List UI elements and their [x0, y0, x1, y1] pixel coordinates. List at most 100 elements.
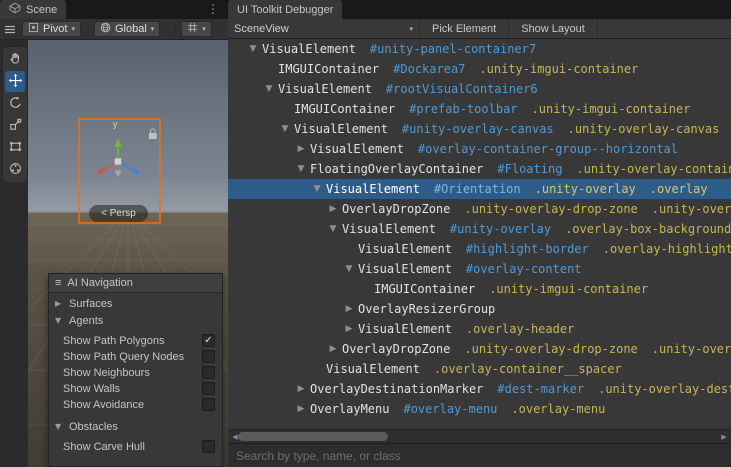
tree-row[interactable]: ▶ OverlayDropZone .unity-overlay-drop-zone… — [228, 339, 731, 359]
scroll-right-icon[interactable]: ▶ — [717, 430, 731, 443]
tree-row[interactable]: ▼ VisualElement #unity-overlay-canvas .unit… — [228, 119, 731, 139]
overlay-header[interactable]: ≡ AI Navigation — [49, 274, 222, 293]
expander-icon[interactable]: ▶ — [340, 324, 358, 334]
checkbox-show-avoidance[interactable] — [202, 398, 215, 411]
nav-item-show-neighbours: Show Neighbours — [49, 365, 222, 381]
element-id: #overlay-container-group--horizontal — [417, 142, 679, 156]
tab-ui-toolkit-debugger[interactable]: UI Toolkit Debugger — [228, 0, 343, 19]
element-type: OverlayDestinationMarker — [310, 382, 484, 396]
search-bar — [228, 443, 731, 467]
tree-row[interactable]: ▼ VisualElement #Orientation .unity-overlay… — [228, 179, 731, 199]
perspective-toggle[interactable]: < Persp — [89, 205, 148, 222]
tree-row[interactable]: VisualElement #highlight-border .overlay-h… — [228, 239, 731, 259]
rect-tool-button[interactable] — [5, 137, 25, 158]
handle-rotation-dropdown[interactable]: Global ▾ — [93, 21, 161, 37]
tree-row[interactable]: ▶ VisualElement .overlay-header — [228, 319, 731, 339]
element-class: .unity-overlay-drop-zone — [464, 202, 638, 216]
tab-scene[interactable]: Scene — [0, 0, 67, 19]
tree-row[interactable]: ▼ FloatingOverlayContainer #Floating .unity… — [228, 159, 731, 179]
expander-icon[interactable]: ▼ — [276, 124, 294, 134]
element-type: VisualElement — [326, 362, 420, 376]
tree-row[interactable]: IMGUIContainer #prefab-toolbar .unity-imgu… — [228, 99, 731, 119]
expander-icon[interactable]: ▼ — [308, 184, 326, 194]
element-id: #overlay-menu — [403, 402, 498, 416]
nav-item-label: Show Path Polygons — [63, 335, 165, 347]
expander-icon[interactable]: ▶ — [340, 304, 358, 314]
element-class: .overlay-menu — [511, 402, 606, 416]
scene-tabbar: Scene ⋮ — [0, 0, 228, 19]
horizontal-scrollbar[interactable]: ◀ ▶ — [228, 429, 731, 443]
tree-row[interactable]: ▶ OverlayResizerGroup — [228, 299, 731, 319]
tree-row[interactable]: ▼ VisualElement #unity-overlay .overlay-box… — [228, 219, 731, 239]
foldout-open-icon: ▼ — [55, 422, 62, 431]
expander-icon[interactable]: ▶ — [292, 404, 310, 414]
custom-tools-button[interactable] — [5, 159, 25, 180]
expander-icon[interactable]: ▶ — [324, 344, 342, 354]
pane-menu-icon[interactable]: ⋮ — [206, 1, 220, 17]
tree-row[interactable]: ▶ VisualElement #overlay-container-group--… — [228, 139, 731, 159]
target-window-dropdown[interactable]: SceneView ▾ — [228, 19, 420, 38]
debugger-tabbar: UI Toolkit Debugger — [228, 0, 731, 19]
element-type: VisualElement — [342, 222, 436, 236]
element-class: .unity-overlay-destination-marker — [598, 382, 731, 396]
element-id: #Orientation — [433, 182, 521, 196]
nav-section-agents[interactable]: ▼ Agents — [49, 312, 222, 329]
expander-icon[interactable]: ▼ — [260, 84, 278, 94]
tree-row[interactable]: IMGUIContainer #Dockarea7 .unity-imgui-con… — [228, 59, 731, 79]
nav-overlay-body: ▶ Surfaces ▼ Agents Show Path Polygons ✓ Show … — [49, 293, 222, 455]
ai-navigation-overlay: ≡ AI Navigation ▶ Surfaces ▼ Agents Show Pat… — [48, 273, 223, 467]
nav-section-surfaces[interactable]: ▶ Surfaces — [49, 295, 222, 312]
element-class: .unity-imgui-container — [531, 102, 691, 116]
tree-row[interactable]: ▼ VisualElement #rootVisualContainer6 — [228, 79, 731, 99]
tree-row[interactable]: VisualElement .overlay-container__spacer — [228, 359, 731, 379]
view-tool-button[interactable] — [5, 49, 25, 70]
tree-row[interactable]: ▼ VisualElement #unity-panel-container7 — [228, 39, 731, 59]
show-layout-button[interactable]: Show Layout — [509, 19, 598, 38]
hand-icon — [8, 51, 23, 69]
checkbox-show-carve-hull[interactable] — [202, 440, 215, 453]
tree-row[interactable]: IMGUIContainer .unity-imgui-container — [228, 279, 731, 299]
tree-row[interactable]: ▼ VisualElement #overlay-content — [228, 259, 731, 279]
scene-icon — [9, 2, 21, 17]
gizmo-axis-label: y — [113, 119, 118, 129]
nav-item-label: Show Path Query Nodes — [63, 351, 185, 363]
expander-icon[interactable]: ▼ — [324, 224, 342, 234]
element-tree: ▼ VisualElement #unity-panel-container7 IMG… — [228, 39, 731, 429]
expander-icon[interactable]: ▼ — [340, 264, 358, 274]
element-class: .overlay-box-background — [565, 222, 731, 236]
checkbox-show-path-query-nodes[interactable] — [202, 350, 215, 363]
search-input[interactable] — [228, 444, 731, 467]
move-tool-button[interactable] — [5, 71, 25, 92]
toolbar-separator — [174, 22, 176, 36]
nav-section-obstacles[interactable]: ▼ Obstacles — [49, 418, 222, 435]
checkbox-show-neighbours[interactable] — [202, 366, 215, 379]
expander-icon[interactable]: ▼ — [244, 44, 262, 54]
tree-row[interactable]: ▶ OverlayMenu #overlay-menu .overlay-menu — [228, 399, 731, 419]
overlay-menu-icon[interactable] — [5, 25, 15, 34]
scale-tool-button[interactable] — [5, 115, 25, 136]
pick-element-button[interactable]: Pick Element — [420, 19, 510, 38]
checkbox-show-walls[interactable] — [202, 382, 215, 395]
tree-row[interactable]: ▶ OverlayDropZone .unity-overlay-drop-zone… — [228, 199, 731, 219]
pivot-icon — [28, 22, 39, 36]
expander-icon[interactable]: ▶ — [324, 204, 342, 214]
element-class: .overlay-container__spacer — [433, 362, 622, 376]
expander-icon[interactable]: ▶ — [292, 384, 310, 394]
element-type: VisualElement — [294, 122, 388, 136]
nav-section-label: Surfaces — [69, 297, 113, 310]
tab-debugger-label: UI Toolkit Debugger — [237, 3, 334, 16]
expander-icon[interactable]: ▶ — [292, 144, 310, 154]
grid-visibility-dropdown[interactable]: ▾ — [181, 21, 212, 37]
globe-icon — [100, 22, 111, 36]
checkbox-show-path-polygons[interactable]: ✓ — [202, 334, 215, 347]
element-type: VisualElement — [326, 182, 420, 196]
target-window-label: SceneView — [234, 22, 289, 35]
scrollbar-thumb[interactable] — [238, 432, 388, 441]
expander-icon[interactable]: ▼ — [292, 164, 310, 174]
tree-row[interactable]: ▶ OverlayDestinationMarker #dest-marker .un… — [228, 379, 731, 399]
element-type: VisualElement — [262, 42, 356, 56]
pivot-dropdown[interactable]: Pivot ▾ — [22, 21, 81, 37]
element-type: OverlayDropZone — [342, 342, 451, 356]
rotate-tool-button[interactable] — [5, 93, 25, 114]
element-class: .unity-overlay-drop-zone--start — [651, 202, 731, 216]
